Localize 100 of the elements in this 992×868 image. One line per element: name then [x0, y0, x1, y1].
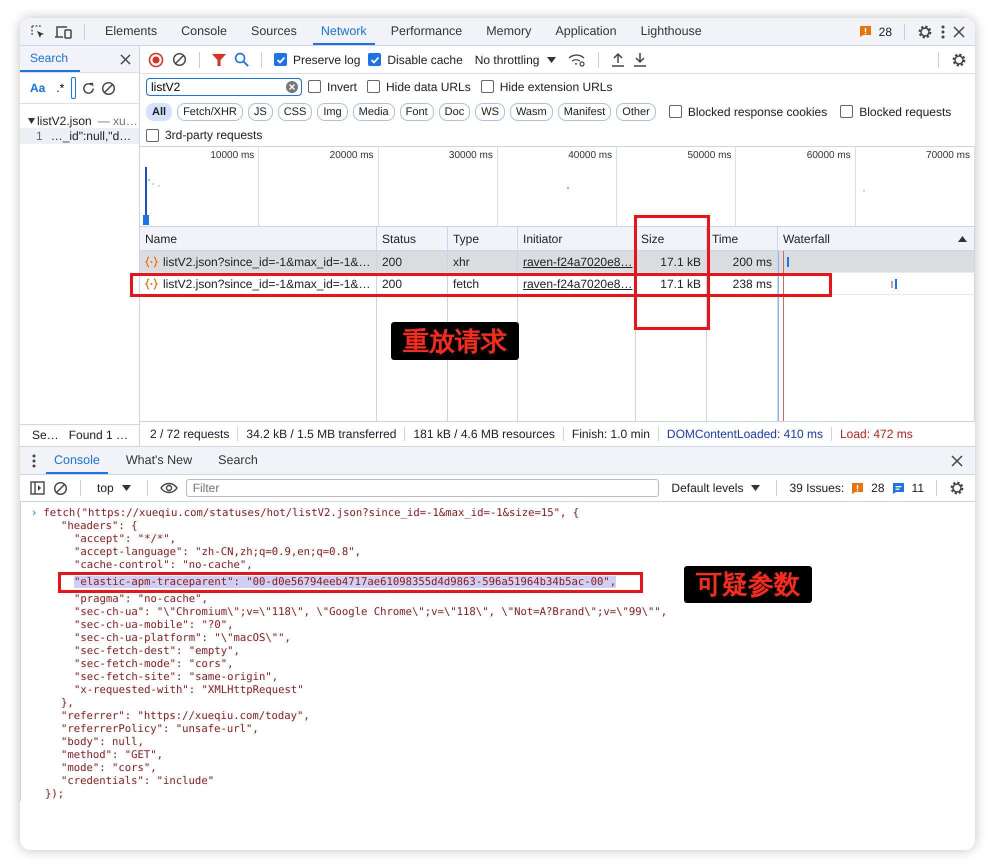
type-filter-chip[interactable]: CSS [278, 102, 312, 120]
time-tick: 30000 ms [448, 150, 493, 162]
filter-checkbox[interactable]: Invert [308, 80, 358, 94]
filter-checkbox[interactable]: Hide data URLs [367, 80, 471, 94]
throttling-dropdown[interactable]: No throttling [470, 52, 560, 66]
panel-tab[interactable]: Elements [97, 18, 166, 45]
status-text: Load: 472 ms [839, 427, 914, 441]
code-line: "x-requested-with": "XMLHttpRequest" [74, 684, 304, 696]
panel-tab[interactable]: Network [312, 18, 375, 45]
drawer-tab[interactable]: What's New [118, 447, 200, 474]
issues-count[interactable]: 28 [878, 24, 892, 38]
type-filter-chip[interactable]: WS [475, 102, 505, 120]
time-tick: 40000 ms [568, 150, 612, 162]
code-line: "sec-fetch-dest": "empty", [74, 645, 240, 657]
drawer-tab[interactable]: Console [46, 447, 108, 474]
code-line: "credentials": "include" [61, 775, 214, 787]
code-line: "referrer": "https://xueqiu.com/today", [61, 710, 310, 722]
initiator-link[interactable]: raven-f24a7020e8… [523, 276, 632, 290]
line-number: 1 [36, 129, 43, 143]
code-line: fetch("https://xueqiu.com/statuses/hot/listV2.json?since_id=-1&max_id=-1&size=15", { [43, 507, 580, 520]
type-filter-chip[interactable]: Media [352, 102, 395, 120]
status-text: 2 / 72 requests [142, 427, 238, 441]
type-filter-chip[interactable]: Fetch/XHR [177, 102, 243, 120]
code-line: "sec-fetch-mode": "cors", [74, 658, 234, 670]
code-line: "sec-fetch-site": "same-origin", [74, 671, 278, 683]
request-filter-input[interactable]: listV2 [146, 78, 302, 96]
filter-checkbox[interactable]: Hide extension URLs [480, 80, 612, 94]
console-filter-field[interactable]: Filter [186, 479, 660, 497]
search-status: Se… [32, 428, 59, 444]
code-line: "sec-ch-ua": "\"Chromium\";v=\"118\", \"Google Chrome\";v=\"118\", \"Not=A?Brand\";v=\"99\"", [74, 606, 668, 618]
code-line: }, [61, 697, 74, 709]
column-header[interactable]: Name [145, 232, 178, 246]
third-party-checkbox[interactable]: 3rd-party requests [146, 128, 262, 142]
prompt-icon: › [31, 507, 38, 520]
code-line: }); [45, 788, 64, 800]
code-line: "body": null, [61, 736, 144, 748]
code-line: "cache-control": "no-cache", [74, 559, 253, 571]
type-filter-chip[interactable]: All [146, 102, 172, 120]
type-filter-chip[interactable]: Other [616, 102, 656, 120]
filter-checkbox[interactable]: Blocked response cookies [668, 104, 828, 118]
type-filter-chip[interactable]: Wasm [510, 102, 553, 120]
column-header[interactable]: Time [712, 232, 738, 246]
code-line: "pragma": "no-cache", [74, 593, 208, 605]
code-line: "method": "GET", [61, 749, 164, 761]
context-dropdown[interactable]: top [93, 481, 135, 495]
disable-cache-checkbox[interactable]: Disable cache [368, 52, 463, 66]
panel-tab[interactable]: Lighthouse [632, 18, 710, 45]
request-row[interactable]: listV2.json?since_id=-1&max_id=-1&… 200 xhr raven-f24a7020e8… 17.1 kB 200 ms [140, 251, 975, 273]
match-case-button[interactable]: Aa [26, 81, 50, 95]
column-header[interactable]: Initiator [523, 232, 562, 246]
time-tick: 60000 ms [806, 150, 851, 162]
type-filter-chip[interactable]: Doc [438, 102, 470, 120]
size-text: 17.1 kB [660, 254, 701, 268]
size-text: 17.1 kB [660, 276, 701, 290]
code-line: "referrerPolicy": "unsafe-url", [61, 723, 259, 735]
panel-tab[interactable]: Memory [478, 18, 540, 45]
initiator-link[interactable]: raven-f24a7020e8… [523, 254, 632, 268]
code-line: "headers": { [61, 520, 138, 532]
code-line: "accept-language": "zh-CN,zh;q=0.9,en;q=0.8", [74, 546, 362, 558]
panel-tab[interactable]: Performance [382, 18, 470, 45]
result-host: — xu… [98, 114, 138, 128]
column-header[interactable]: Size [641, 232, 664, 246]
annotation-label: 可疑参数 [684, 566, 812, 603]
column-header[interactable]: Waterfall [783, 232, 830, 246]
status-text: DOMContentLoaded: 410 ms [658, 427, 832, 441]
type-text: xhr [453, 254, 470, 268]
column-header[interactable]: Status [382, 232, 416, 246]
code-line: "mode": "cors", [61, 762, 157, 774]
type-filter-chip[interactable]: Manifest [558, 102, 612, 120]
regex-button[interactable]: .* [54, 81, 66, 95]
preserve-log-checkbox[interactable]: Preserve log [274, 52, 360, 66]
issues-label[interactable]: 39 Issues: [789, 481, 844, 495]
type-filter-chip[interactable]: Img [317, 102, 348, 120]
drawer-tab[interactable]: Search [210, 447, 266, 474]
time-tick: 20000 ms [330, 150, 374, 162]
match-text: …_id":null,"d… [50, 129, 132, 143]
status-text: Finish: 1.0 min [564, 427, 659, 441]
warning-count: 28 [871, 481, 885, 495]
column-header[interactable]: Type [453, 232, 480, 246]
result-file[interactable]: listV2.json [37, 114, 92, 128]
request-name: listV2.json?since_id=-1&max_id=-1&… [163, 276, 370, 290]
status-text: 34.2 kB / 1.5 MB transferred [238, 427, 406, 441]
annotation-label: 重放请求 [391, 322, 519, 360]
panel-tab[interactable]: Application [547, 18, 625, 45]
filter-checkbox[interactable]: Blocked requests [840, 104, 952, 118]
result-match[interactable]: 1 …_id":null,"d… [20, 128, 139, 144]
type-text: fetch [453, 276, 480, 290]
request-name: listV2.json?since_id=-1&max_id=-1&… [163, 254, 370, 268]
time-text: 200 ms [732, 254, 772, 268]
time-tick: 50000 ms [687, 150, 732, 162]
status-text: 181 kB / 4.6 MB resources [405, 427, 564, 441]
levels-dropdown[interactable]: Default levels [667, 481, 764, 495]
found-count: Found 1 … [68, 428, 128, 444]
panel-tab[interactable]: Console [173, 18, 235, 45]
panel-tab[interactable]: Sources [242, 18, 305, 45]
code-line: "sec-ch-ua-mobile": "?0", [74, 619, 234, 631]
time-text: 238 ms [732, 276, 772, 290]
type-filter-chip[interactable]: JS [248, 102, 273, 120]
status-text: 200 [382, 276, 402, 290]
type-filter-chip[interactable]: Font [400, 102, 434, 120]
